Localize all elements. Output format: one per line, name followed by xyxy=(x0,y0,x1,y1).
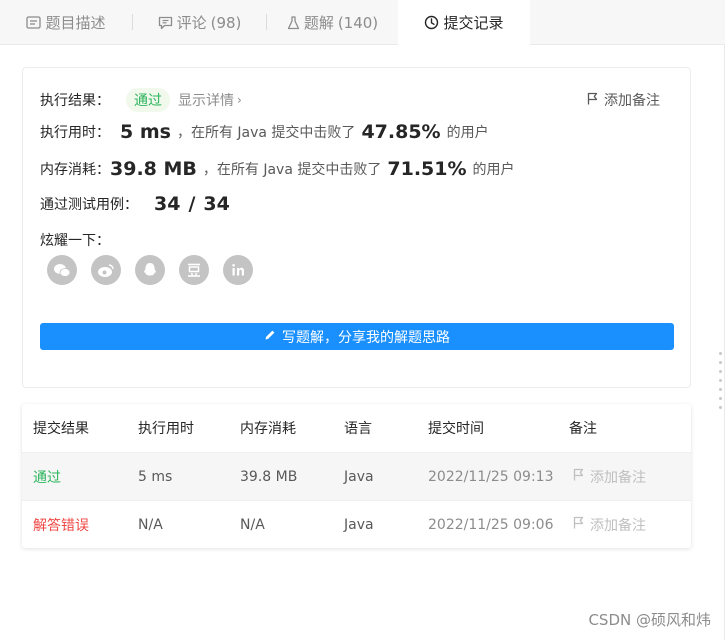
runtime-row: 执行用时： 5 ms ，在所有 Java 提交中击败了 47.85% 的用户 xyxy=(40,121,489,143)
column-header: 执行用时 xyxy=(138,421,194,437)
tab-bar: 题目描述 评论 (98) 题解 (140) 提交记录 xyxy=(0,0,725,46)
tab-description[interactable]: 题目描述 xyxy=(0,0,132,45)
runtime-value: 5 ms xyxy=(120,121,171,143)
exec-result-row: 执行结果： 通过 显示详情 › xyxy=(40,88,242,112)
wechat-icon[interactable] xyxy=(47,255,77,285)
qq-icon[interactable] xyxy=(135,255,165,285)
add-note-label: 添加备注 xyxy=(604,93,660,109)
table-header: 提交结果 执行用时 内存消耗 语言 提交时间 备注 xyxy=(22,404,691,452)
testcases-separator: / xyxy=(188,193,196,215)
share-row-label: 炫耀一下： xyxy=(40,230,110,250)
runtime-cell: N/A xyxy=(138,516,163,533)
submitted-time-cell: 2022/11/25 09:13 xyxy=(428,468,554,485)
tab-label: 提交记录 xyxy=(443,14,504,32)
table-row[interactable]: 通过 5 ms 39.8 MB Java 2022/11/25 09:13 添加… xyxy=(22,452,691,500)
comment-icon xyxy=(158,16,173,30)
add-note-button[interactable]: 添加备注 xyxy=(587,90,660,110)
flag-icon xyxy=(587,92,604,109)
memory-beat-text: ，在所有 Java 提交中击败了 xyxy=(202,162,382,178)
testcases-row: 通过测试用例： 34 / 34 xyxy=(40,193,236,215)
memory-value: 39.8 MB xyxy=(110,158,197,180)
tab-comments[interactable]: 评论 (98) xyxy=(133,0,266,45)
tab-count: (98) xyxy=(210,13,242,32)
add-note-cell[interactable]: 添加备注 xyxy=(569,467,691,487)
testcases-passed: 34 xyxy=(154,193,181,215)
memory-row: 内存消耗： 39.8 MB ，在所有 Java 提交中击败了 71.51% 的用… xyxy=(40,158,515,180)
runtime-cell: 5 ms xyxy=(138,468,173,485)
status-badge: 通过 xyxy=(126,88,170,112)
submission-result-card: 执行结果： 通过 显示详情 › 添加备注 执行用时： 5 ms ，在所有 Jav… xyxy=(22,67,691,388)
column-header: 提交结果 xyxy=(33,421,89,437)
memory-label: 内存消耗： xyxy=(40,162,110,178)
column-header: 提交时间 xyxy=(428,421,484,437)
table-row[interactable]: 解答错误 N/A N/A Java 2022/11/25 09:06 添加备注 xyxy=(22,500,691,548)
testcases-total: 34 xyxy=(203,193,230,215)
add-note-label: 添加备注 xyxy=(590,517,646,534)
tab-label: 题解 xyxy=(303,14,334,32)
add-note-label: 添加备注 xyxy=(590,469,646,486)
resize-handle[interactable] xyxy=(719,352,722,409)
memory-cell: 39.8 MB xyxy=(240,468,298,485)
result-cell[interactable]: 通过 xyxy=(22,467,138,487)
write-solution-label: 写题解，分享我的解题思路 xyxy=(282,329,450,346)
flag-icon xyxy=(569,468,590,485)
memory-cell: N/A xyxy=(240,516,265,533)
flask-icon xyxy=(287,15,300,30)
column-header: 备注 xyxy=(569,421,597,437)
document-icon xyxy=(26,16,42,29)
clock-icon xyxy=(424,15,439,30)
weibo-icon[interactable] xyxy=(91,255,121,285)
linkedin-icon[interactable] xyxy=(223,255,253,285)
show-details-link[interactable]: 显示详情 xyxy=(178,90,234,110)
tab-submissions[interactable]: 提交记录 xyxy=(398,0,530,46)
column-header: 内存消耗 xyxy=(240,421,296,437)
share-buttons xyxy=(47,255,253,285)
watermark: CSDN @硕风和炜 xyxy=(588,611,711,629)
chevron-right-icon: › xyxy=(237,93,242,107)
testcases-label: 通过测试用例： xyxy=(40,197,138,213)
memory-percentile: 71.51% xyxy=(387,158,467,180)
column-header: 语言 xyxy=(344,421,372,437)
language-cell: Java xyxy=(344,516,374,533)
tab-count: (140) xyxy=(337,13,379,32)
runtime-suffix: 的用户 xyxy=(446,125,489,141)
runtime-beat-text: ，在所有 Java 提交中击败了 xyxy=(176,125,356,141)
add-note-cell[interactable]: 添加备注 xyxy=(569,515,691,535)
flag-icon xyxy=(569,516,590,533)
runtime-label: 执行用时： xyxy=(40,125,110,141)
memory-suffix: 的用户 xyxy=(472,162,515,178)
submissions-table: 提交结果 执行用时 内存消耗 语言 提交时间 备注 通过 5 ms 39.8 M… xyxy=(22,404,691,548)
douban-icon[interactable] xyxy=(179,255,209,285)
pencil-icon xyxy=(264,329,282,345)
exec-result-label: 执行结果： xyxy=(40,93,110,109)
tab-solutions[interactable]: 题解 (140) xyxy=(267,0,398,45)
language-cell: Java xyxy=(344,468,374,485)
runtime-percentile: 47.85% xyxy=(361,121,441,143)
result-cell[interactable]: 解答错误 xyxy=(22,515,138,535)
tab-label: 题目描述 xyxy=(45,14,106,32)
submitted-time-cell: 2022/11/25 09:06 xyxy=(428,516,554,533)
write-solution-button[interactable]: 写题解，分享我的解题思路 xyxy=(40,323,674,350)
share-label: 炫耀一下： xyxy=(40,233,110,249)
tab-label: 评论 xyxy=(176,14,207,32)
